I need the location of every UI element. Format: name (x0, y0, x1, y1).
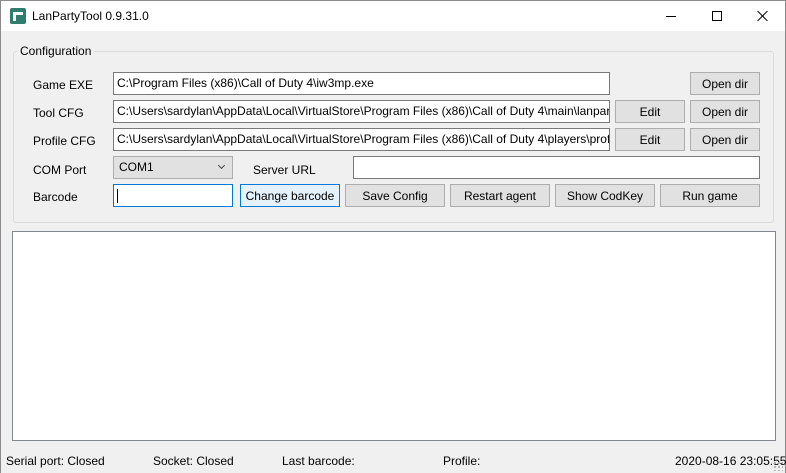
show-codkey-button[interactable]: Show CodKey (555, 184, 655, 207)
barcode-label: Barcode (33, 190, 78, 204)
minimize-button[interactable] (648, 1, 694, 31)
profile-cfg-open-dir-button[interactable]: Open dir (690, 128, 760, 151)
barcode-field[interactable] (113, 184, 233, 207)
maximize-button[interactable] (694, 1, 740, 31)
game-exe-open-dir-button[interactable]: Open dir (690, 72, 760, 95)
app-window: LanPartyTool 0.9.31.0 Configuration Game… (0, 0, 786, 473)
tool-cfg-field[interactable]: C:\Users\sardylan\AppData\Local\VirtualS… (113, 100, 610, 123)
maximize-icon (712, 11, 722, 21)
window-title: LanPartyTool 0.9.31.0 (32, 9, 149, 23)
restart-agent-button[interactable]: Restart agent (450, 184, 550, 207)
text-caret (117, 188, 118, 203)
app-icon (10, 8, 26, 24)
game-exe-field[interactable]: C:\Program Files (x86)\Call of Duty 4\iw… (113, 72, 610, 95)
save-config-button[interactable]: Save Config (345, 184, 445, 207)
server-url-field[interactable] (353, 156, 760, 179)
profile-status: Profile: (443, 454, 481, 468)
socket-status: Socket: Closed (153, 454, 234, 468)
com-port-selected: COM1 (119, 160, 154, 174)
close-button[interactable] (740, 1, 786, 31)
status-bar: Serial port: Closed Socket: Closed Last … (1, 449, 786, 473)
last-barcode-status: Last barcode: (282, 454, 355, 468)
game-exe-label: Game EXE (33, 78, 94, 92)
title-bar[interactable]: LanPartyTool 0.9.31.0 (1, 1, 785, 31)
server-url-label: Server URL (253, 163, 316, 177)
com-port-label: COM Port (33, 163, 87, 177)
run-game-button[interactable]: Run game (660, 184, 760, 207)
serial-port-status: Serial port: Closed (6, 454, 105, 468)
com-port-select[interactable]: COM1 (113, 156, 233, 179)
minimize-icon (666, 15, 676, 17)
profile-cfg-edit-button[interactable]: Edit (615, 128, 685, 151)
tool-cfg-label: Tool CFG (33, 106, 84, 120)
close-icon (757, 10, 769, 22)
resize-grip-icon[interactable] (773, 461, 783, 471)
change-barcode-button[interactable]: Change barcode (240, 184, 340, 207)
tool-cfg-open-dir-button[interactable]: Open dir (690, 100, 760, 123)
configuration-legend: Configuration (17, 44, 95, 58)
profile-cfg-field[interactable]: C:\Users\sardylan\AppData\Local\VirtualS… (113, 128, 610, 151)
log-panel[interactable] (12, 231, 776, 441)
chevron-down-icon (218, 163, 226, 171)
datetime-status: 2020-08-16 23:05:55 (675, 454, 786, 468)
tool-cfg-edit-button[interactable]: Edit (615, 100, 685, 123)
profile-cfg-label: Profile CFG (33, 134, 96, 148)
